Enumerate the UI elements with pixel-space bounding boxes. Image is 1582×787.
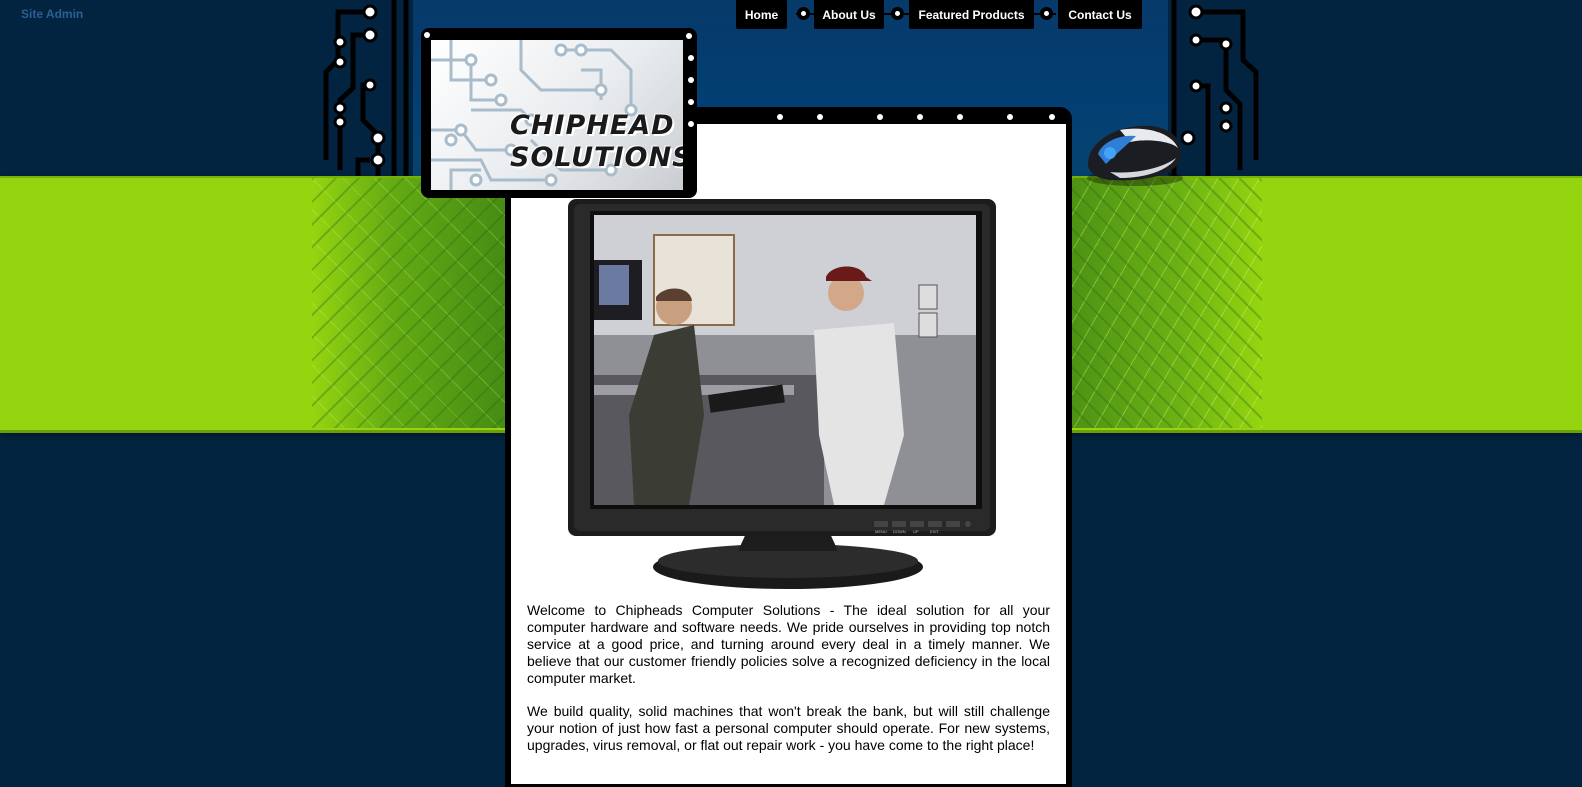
nav-featured-products[interactable]: Featured Products (909, 0, 1034, 29)
nav-contact-us[interactable]: Contact Us (1058, 0, 1142, 29)
welcome-paragraph-1: Welcome to Chipheads Computer Solutions … (527, 602, 1050, 686)
circuit-decoration-left-icon (318, 0, 413, 178)
nav-about-us-label: About Us (822, 7, 876, 22)
nav-connector-dot-icon (891, 7, 904, 20)
monitor-button-down-label: DOWN (893, 529, 906, 534)
nav-connector-dot-icon (1040, 7, 1053, 20)
fiber-optic-image-left (312, 178, 512, 428)
logo-wordmark: CHIPHEAD SOLUTIONS (510, 110, 683, 174)
site-logo[interactable]: CHIPHEAD SOLUTIONS (431, 40, 683, 190)
logo-line-1: CHIPHEAD (510, 110, 675, 141)
nav-home[interactable]: Home (736, 0, 787, 29)
nav-featured-products-label: Featured Products (918, 7, 1025, 22)
monitor-button-up-label: UP (913, 529, 919, 534)
frame-dots-decoration-icon (777, 114, 1055, 120)
welcome-paragraph-2: We build quality, solid machines that wo… (527, 703, 1050, 753)
store-photo-scene-icon (594, 215, 976, 505)
monitor-button-menu-label: MENU (875, 529, 887, 534)
fiber-optic-image-right (1072, 178, 1262, 428)
store-photo (594, 215, 976, 505)
nav-contact-us-label: Contact Us (1068, 7, 1132, 22)
site-admin-link[interactable]: Site Admin (21, 7, 83, 21)
logo-line-2: SOLUTIONS (510, 142, 683, 173)
computer-mouse-icon (1087, 125, 1183, 186)
nav-home-label: Home (744, 7, 779, 22)
welcome-text: Welcome to Chipheads Computer Solutions … (527, 602, 1050, 770)
nav-about-us[interactable]: About Us (814, 0, 884, 29)
nav-connector-dot-icon (797, 7, 810, 20)
monitor-button-exit-label: EXIT (930, 529, 939, 534)
